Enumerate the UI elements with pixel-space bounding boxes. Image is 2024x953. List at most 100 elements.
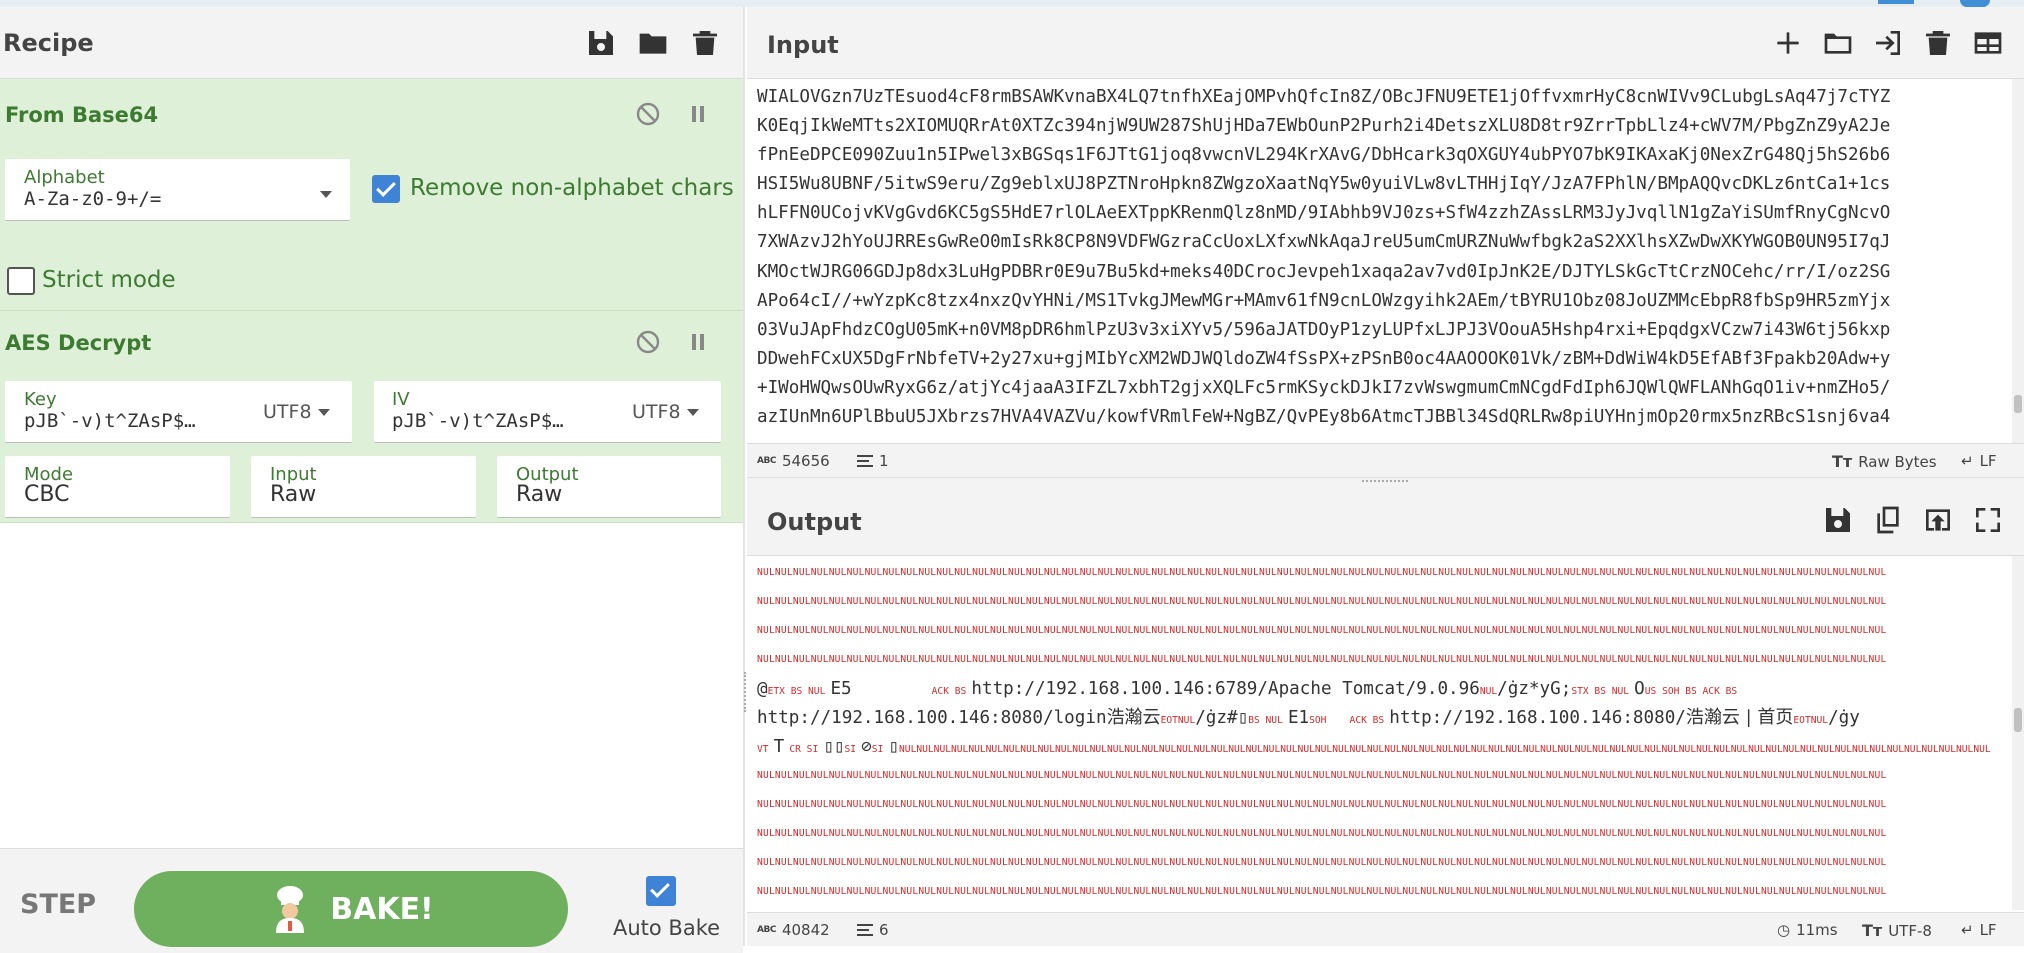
output-encoding[interactable]: UTF-8 — [1888, 922, 1932, 940]
recipe-header: Recipe — [0, 7, 743, 79]
folder-icon[interactable] — [1822, 27, 1854, 59]
control-char: ACK BS — [1349, 715, 1385, 726]
control-char: SOH — [1309, 715, 1327, 726]
output-null-row: NULNULNULNULNULNULNULNULNULNULNULNULNULN… — [757, 596, 1887, 607]
text-format-icon: Tт — [1862, 921, 1883, 940]
output-text: /ġz*yG; — [1497, 679, 1572, 699]
folder-icon[interactable] — [637, 27, 669, 59]
step-button[interactable]: STEP — [20, 889, 96, 920]
iv-label: IV — [392, 389, 410, 410]
output-eol[interactable]: LF — [1980, 921, 1997, 939]
control-char: ETX BS NUL — [767, 686, 826, 697]
output-scrollbar[interactable] — [2012, 556, 2024, 910]
output-text: /ġy — [1828, 708, 1860, 728]
input-line-count: 1 — [879, 452, 889, 470]
eol-icon: ↵ — [1961, 452, 1974, 470]
trash-icon[interactable] — [1922, 27, 1954, 59]
key-encoding-select[interactable]: UTF8 — [263, 401, 330, 423]
input-header: Input — [747, 7, 2024, 79]
trash-icon[interactable] — [689, 27, 721, 59]
key-value: pJB`-v)t^ZAsP$… — [24, 410, 196, 432]
operation-from-base64: From Base64 Alphabet A-Za-z0-9+/= Remove… — [0, 79, 743, 311]
input-char-count: 54656 — [781, 452, 830, 470]
input-text-line: K0EqjIkWeMTts2XIOMUQRrAt0XTZc394njW9UW28… — [757, 116, 1891, 137]
top-accent — [1878, 0, 1914, 4]
disable-icon[interactable] — [635, 101, 661, 127]
output-text: ▯ — [888, 737, 900, 757]
input-textarea[interactable]: WIALOVGzn7UzTEsuod4cF8rmBSAWKvnaBX4LQ7tn… — [757, 83, 2006, 441]
bake-button[interactable]: BAKE! — [134, 871, 568, 947]
control-char: VT — [757, 744, 769, 755]
output-null-row: NULNULNULNULNULNULNULNULNULNULNULNULNULN… — [757, 654, 1887, 665]
input-text-line: azIUnMn6UPlBbuU5JXbrzs7HVA4VAZVu/kowfVRm… — [757, 407, 1891, 428]
output-panel: Output NULNULNULNULNULNULNULNULNULNULNUL… — [747, 484, 2024, 946]
sign-in-icon[interactable] — [1872, 27, 1904, 59]
output-text-line: @ETX BS NUL E5 ACK BS http://192.168.100.… — [757, 674, 1994, 703]
input-text-line: fPnEeDPCE090Zuu1n5IPwel3xBGSqs1F6JTtG1jo… — [757, 145, 1891, 166]
key-label: Key — [24, 389, 57, 410]
breakpoint-icon[interactable] — [685, 101, 711, 127]
plus-icon[interactable] — [1772, 27, 1804, 59]
disable-icon[interactable] — [635, 329, 661, 355]
output-text: http://192.168.100.146:6789/Apache Tomca… — [971, 679, 1480, 699]
save-icon[interactable] — [1822, 504, 1854, 536]
control-char: US SOH BS ACK BS — [1644, 686, 1738, 697]
output-format-select[interactable]: Output Raw — [497, 456, 721, 518]
alphabet-select[interactable]: Alphabet A-Za-z0-9+/= — [5, 159, 350, 221]
mode-value: CBC — [24, 482, 70, 507]
output-text: E1 — [1287, 708, 1310, 728]
control-char: ACK BS — [931, 686, 967, 697]
output-statusbar: ABC 40842 6 ◷ 11ms Tт UTF-8 ↵ LF — [747, 912, 2024, 946]
chef-icon — [268, 885, 312, 933]
strict-mode-label: Strict mode — [42, 267, 176, 293]
output-text: 浩瀚云 — [1106, 707, 1161, 728]
output-null-row: NULNULNULNULNULNULNULNULNULNULNULNULNULN… — [757, 625, 1887, 636]
output-null-row: NULNULNULNULNULNULNULNULNULNULNULNULNULN… — [757, 799, 1887, 810]
top-accent-round — [1960, 0, 1990, 7]
input-text-line: hLFFN0UCojvKVgGvd6KC5gS5HdE7rlOLAeEXTppK… — [757, 203, 1891, 224]
operation-title: AES Decrypt — [5, 331, 152, 355]
eol-icon: ↵ — [1961, 921, 1974, 939]
output-char-count: 40842 — [781, 921, 830, 939]
output-null-row: NULNULNULNULNULNULNULNULNULNULNULNULNULN… — [757, 857, 1887, 868]
output-text: E5 — [830, 679, 852, 699]
output-text: ⊘ — [861, 737, 872, 757]
output-header: Output — [747, 484, 2024, 556]
output-title: Output — [767, 508, 862, 536]
input-format-select[interactable]: Input Raw — [251, 456, 476, 518]
alphabet-label: Alphabet — [24, 167, 105, 188]
layout-icon[interactable] — [1972, 27, 2004, 59]
recipe-panel: Recipe From Base64 Alphabet A-Za-z0-9+/=… — [0, 7, 743, 953]
key-field[interactable]: Key pJB`-v)t^ZAsP$… UTF8 — [5, 381, 352, 443]
auto-bake-checkbox[interactable] — [646, 876, 676, 906]
remove-non-alphabet-checkbox[interactable] — [372, 175, 400, 203]
output-textarea[interactable]: NULNULNULNULNULNULNULNULNULNULNULNULNULN… — [747, 558, 2012, 910]
save-icon[interactable] — [585, 27, 617, 59]
clock-icon: ◷ — [1777, 921, 1791, 939]
control-char: SI — [844, 744, 857, 755]
input-eol[interactable]: LF — [1980, 452, 1997, 470]
fullscreen-icon[interactable] — [1972, 504, 2004, 536]
iv-field[interactable]: IV pJB`-v)t^ZAsP$… UTF8 — [374, 381, 721, 443]
iv-encoding-select[interactable]: UTF8 — [632, 401, 699, 423]
breakpoint-icon[interactable] — [685, 329, 711, 355]
output-format-value: Raw — [516, 482, 563, 507]
bake-label: BAKE! — [330, 891, 434, 927]
mode-select[interactable]: Mode CBC — [5, 456, 230, 518]
input-format-value: Raw — [270, 482, 317, 507]
io-splitter[interactable] — [747, 477, 2024, 484]
output-text: T — [773, 737, 785, 757]
resize-handle[interactable] — [744, 672, 746, 712]
input-statusbar: ABC 54656 1 Tт Raw Bytes ↵ LF — [747, 443, 2024, 477]
raw-bytes-toggle[interactable]: Raw Bytes — [1858, 453, 1936, 471]
output-text: @ — [757, 679, 768, 699]
input-text-line: APo64cI//+wYzpKc8tzx4nxzQvYHNi/MS1TvkgJM… — [757, 290, 1891, 311]
input-scrollbar[interactable] — [2012, 79, 2024, 443]
output-text-line: VT T CR SI ▯▯SI ⊘SI ▯NULNULNULNULNULNULN… — [757, 732, 1994, 761]
control-char: BS NUL — [1248, 715, 1283, 726]
panel-divider[interactable] — [743, 7, 745, 946]
copy-icon[interactable] — [1872, 504, 1904, 536]
controls-bar: STEP BAKE! Auto Bake — [0, 848, 743, 953]
strict-mode-checkbox[interactable] — [7, 267, 35, 295]
replace-input-icon[interactable] — [1922, 504, 1954, 536]
